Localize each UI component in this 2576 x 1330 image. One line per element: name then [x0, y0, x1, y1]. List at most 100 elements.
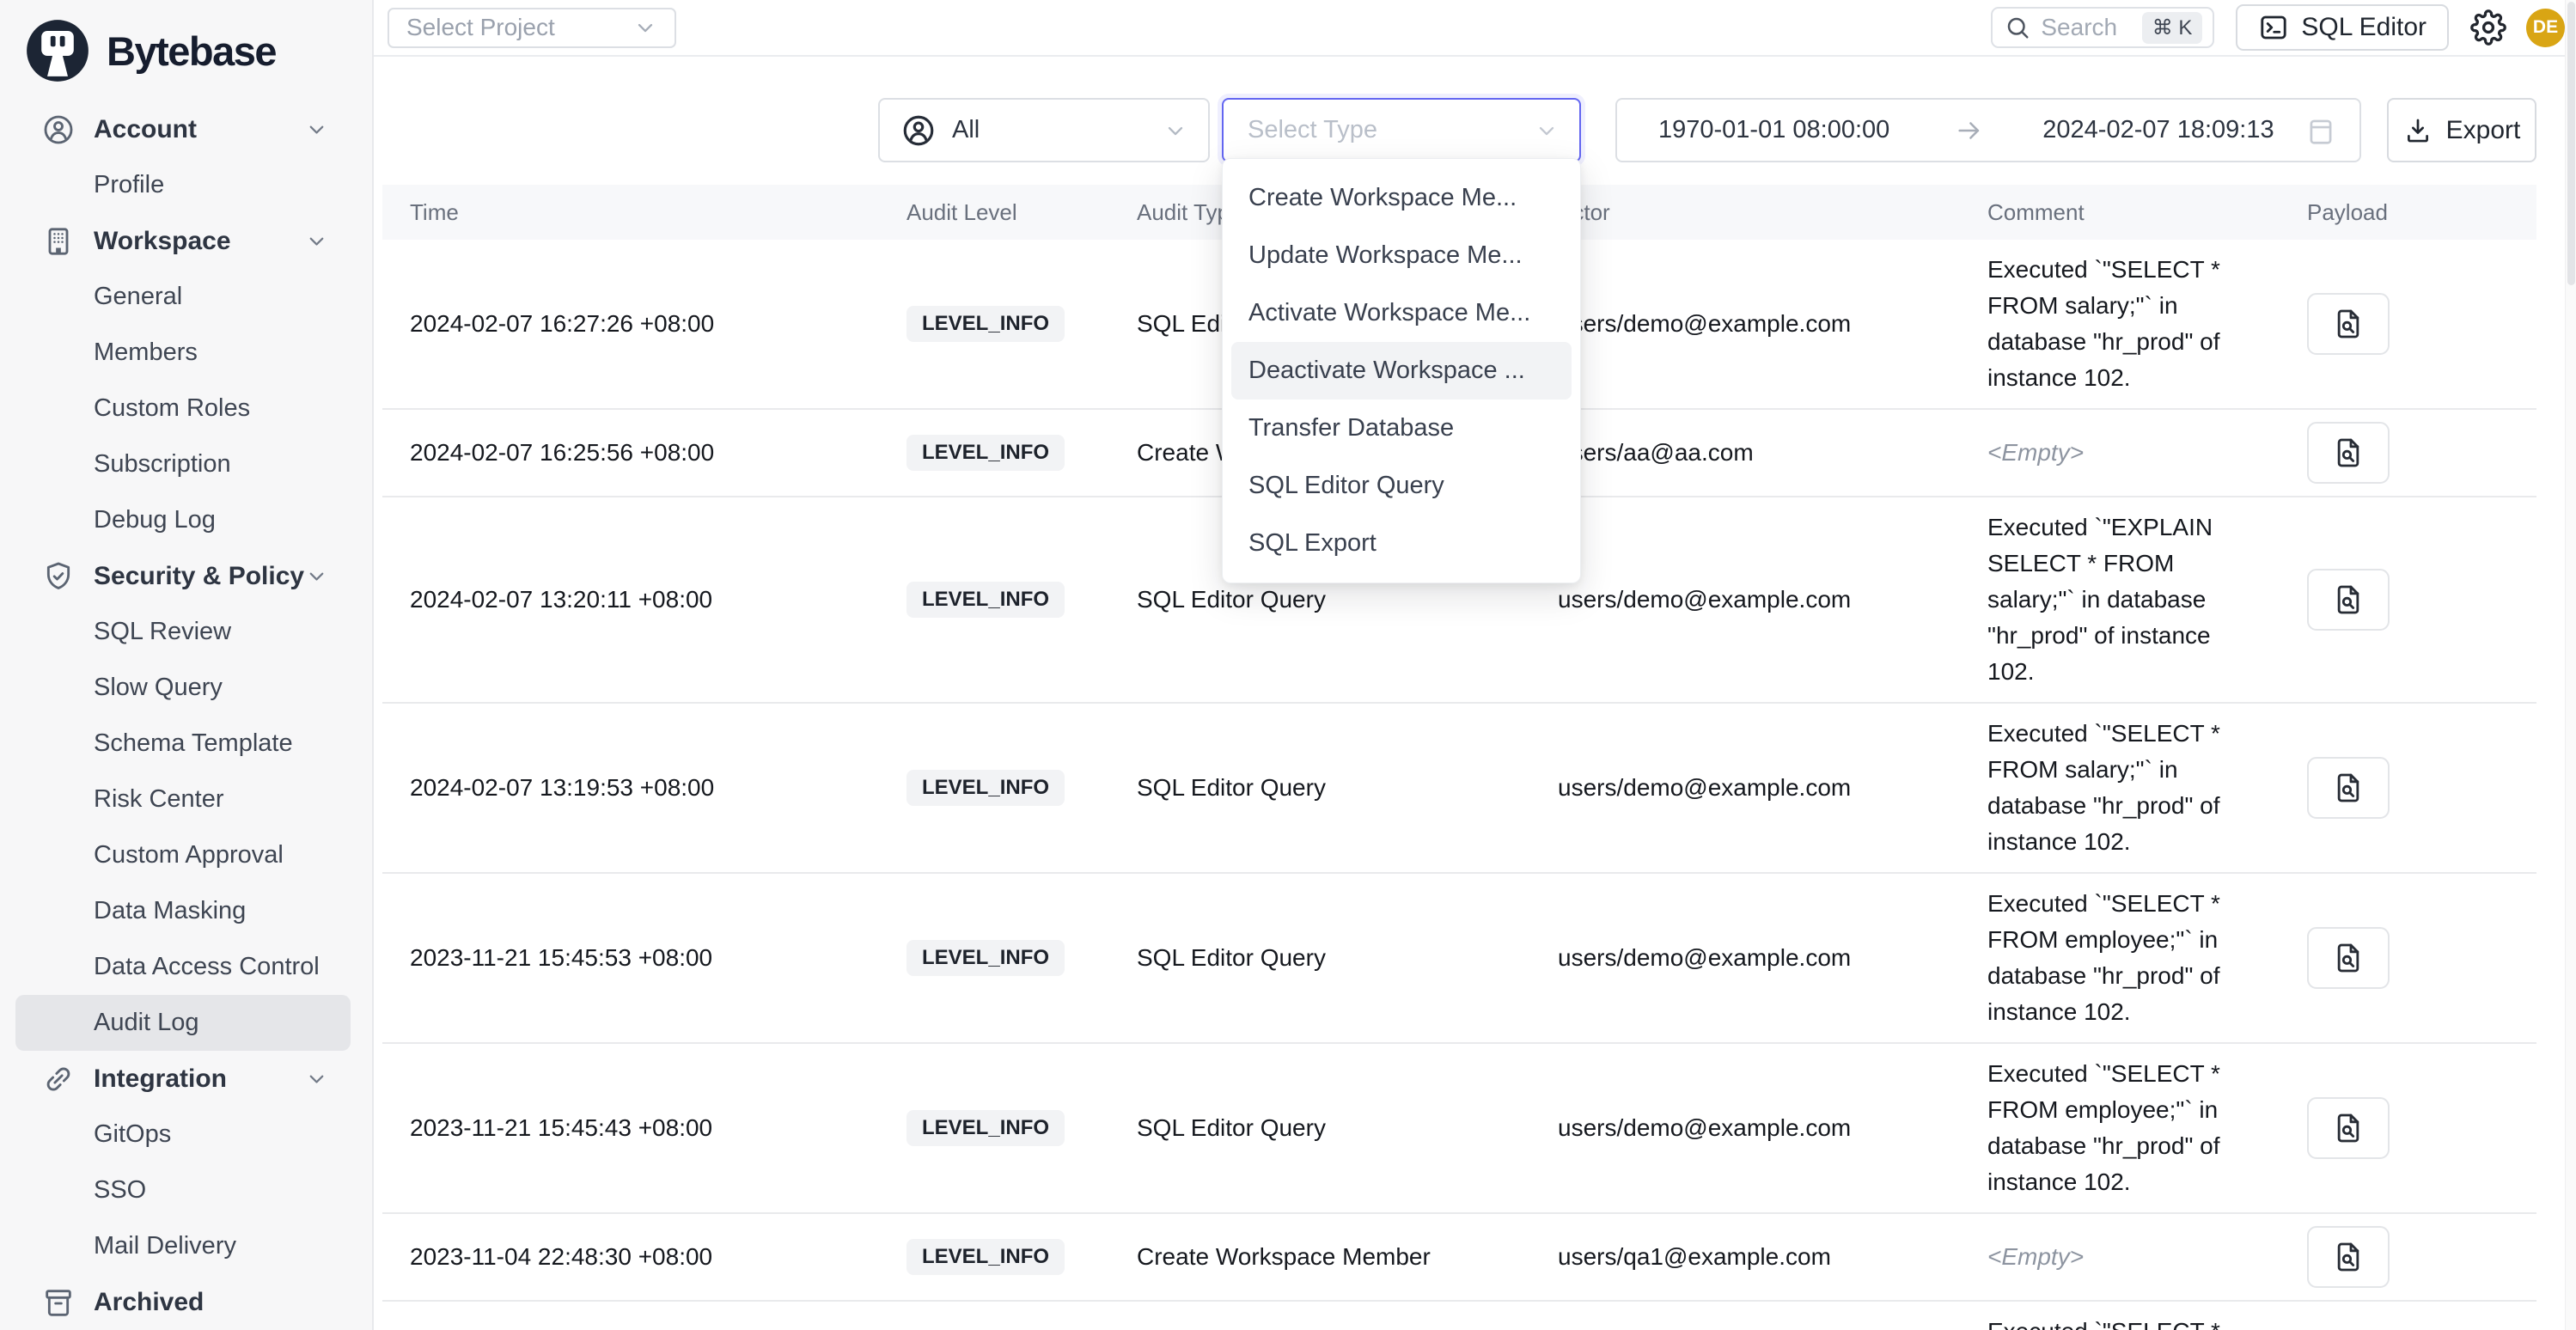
arrow-right-icon: [1955, 116, 1984, 145]
sql-editor-button[interactable]: SQL Editor: [2236, 4, 2449, 51]
menu-option-activate-workspace-me[interactable]: Activate Workspace Me...: [1231, 284, 1572, 342]
table-row: 2024-02-07 13:19:53 +08:00 LEVEL_INFO SQ…: [382, 704, 2536, 874]
terminal-icon: [2258, 12, 2289, 43]
gear-icon[interactable]: [2470, 9, 2506, 46]
menu-option-sql-editor-query[interactable]: SQL Editor Query: [1231, 457, 1572, 515]
column-header-payload: Payload: [2280, 199, 2536, 226]
view-payload-button[interactable]: [2307, 569, 2390, 631]
type-filter-placeholder: Select Type: [1248, 116, 1377, 144]
sidebar-section-account[interactable]: Account: [15, 101, 351, 157]
cell-audit-level: LEVEL_INFO: [879, 770, 1109, 806]
chevron-down-icon: [305, 1067, 328, 1090]
sidebar-section-security-policy[interactable]: Security & Policy: [15, 548, 351, 604]
sidebar-item-subscription[interactable]: Subscription: [15, 436, 351, 492]
sidebar-item-sso[interactable]: SSO: [15, 1162, 351, 1218]
vertical-scrollbar[interactable]: [2565, 0, 2576, 1330]
table-row: 2023-11-21 15:45:43 +08:00 LEVEL_INFO SQ…: [382, 1044, 2536, 1214]
menu-option-transfer-database[interactable]: Transfer Database: [1231, 400, 1572, 457]
audit-level-badge: LEVEL_INFO: [906, 1239, 1065, 1275]
bytebase-app: Bytebase Account Profile Workspace Gener…: [0, 0, 2576, 1330]
sidebar-item-audit-log[interactable]: Audit Log: [15, 995, 351, 1051]
audit-level-badge: LEVEL_INFO: [906, 770, 1065, 806]
date-range-picker[interactable]: 1970-01-01 08:00:00 2024-02-07 18:09:13: [1615, 98, 2361, 162]
audit-level-badge: LEVEL_INFO: [906, 940, 1065, 976]
file-search-icon: [2331, 771, 2365, 805]
view-payload-button[interactable]: [2307, 1226, 2390, 1288]
workspace-icon: [41, 224, 76, 259]
chevron-down-icon: [305, 564, 328, 588]
audit-level-badge: LEVEL_INFO: [906, 582, 1065, 618]
table-row: 2023-11-04 22:48:30 +08:00 LEVEL_INFO Cr…: [382, 1214, 2536, 1302]
column-header-time: Time: [382, 199, 879, 226]
search-shortcut-badge: ⌘ K: [2142, 12, 2203, 44]
menu-option-deactivate-workspace[interactable]: Deactivate Workspace ...: [1231, 342, 1572, 400]
cell-actor: users/demo@example.com: [1530, 944, 1960, 972]
filter-row: All Select Type 1970-01-01 08:00:00 2024…: [382, 98, 2536, 162]
sidebar-item-debug-log[interactable]: Debug Log: [15, 492, 351, 548]
cell-audit-level: LEVEL_INFO: [879, 306, 1109, 342]
cell-time: 2023-11-21 15:45:43 +08:00: [382, 1114, 879, 1142]
table-row: 2023-11-21 15:45:53 +08:00 LEVEL_INFO SQ…: [382, 874, 2536, 1044]
view-payload-button[interactable]: [2307, 422, 2390, 484]
cell-payload: [2280, 1097, 2536, 1159]
view-payload-button[interactable]: [2307, 757, 2390, 819]
bytebase-logo-icon: [22, 15, 93, 86]
cell-payload: [2280, 569, 2536, 631]
chevron-down-icon: [1535, 119, 1559, 143]
sidebar-item-sql-review[interactable]: SQL Review: [15, 604, 351, 660]
cell-time: 2024-02-07 13:19:53 +08:00: [382, 774, 879, 802]
sidebar-item-schema-template[interactable]: Schema Template: [15, 716, 351, 772]
view-payload-button[interactable]: [2307, 1097, 2390, 1159]
column-header-audit-level: Audit Level: [879, 199, 1109, 226]
sidebar-section-workspace[interactable]: Workspace: [15, 213, 351, 269]
date-range-start[interactable]: 1970-01-01 08:00:00: [1658, 116, 1889, 144]
file-search-icon: [2331, 1240, 2365, 1274]
sidebar-item-slow-query[interactable]: Slow Query: [15, 660, 351, 716]
menu-option-create-workspace-me[interactable]: Create Workspace Me...: [1231, 169, 1572, 227]
project-select-placeholder: Select Project: [406, 14, 555, 41]
table-row: 2023-11-04 01:06:24 +08:00 LEVEL_INFO SQ…: [382, 1302, 2536, 1330]
audit-level-badge: LEVEL_INFO: [906, 435, 1065, 471]
search-input[interactable]: Search ⌘ K: [1991, 7, 2214, 48]
sidebar-item-data-access-control[interactable]: Data Access Control: [15, 939, 351, 995]
cell-time: 2023-11-04 22:48:30 +08:00: [382, 1243, 879, 1271]
sidebar-item-data-masking[interactable]: Data Masking: [15, 883, 351, 939]
avatar[interactable]: DE: [2526, 9, 2565, 47]
scrollbar-thumb[interactable]: [2567, 2, 2575, 285]
sidebar-item-gitops[interactable]: GitOps: [15, 1107, 351, 1162]
menu-option-sql-export[interactable]: SQL Export: [1231, 515, 1572, 572]
cell-comment: Executed `"EXPLAIN SELECT * FROM salary;…: [1960, 509, 2261, 690]
main-area: Select Project Search ⌘ K SQL Editor DE …: [374, 0, 2576, 1330]
sidebar-item-risk-center[interactable]: Risk Center: [15, 772, 351, 827]
search-icon: [2005, 15, 2030, 40]
view-payload-button[interactable]: [2307, 927, 2390, 989]
file-search-icon: [2331, 941, 2365, 975]
sidebar-section-integration[interactable]: Integration: [15, 1051, 351, 1107]
sidebar-item-custom-roles[interactable]: Custom Roles: [15, 381, 351, 436]
sidebar-item-mail-delivery[interactable]: Mail Delivery: [15, 1218, 351, 1274]
cell-audit-level: LEVEL_INFO: [879, 435, 1109, 471]
menu-option-update-workspace-me[interactable]: Update Workspace Me...: [1231, 227, 1572, 284]
cell-comment: <Empty>: [1960, 1239, 2261, 1275]
sidebar-item-custom-approval[interactable]: Custom Approval: [15, 827, 351, 883]
brand-logo[interactable]: Bytebase: [0, 0, 372, 101]
cell-time: 2024-02-07 16:27:26 +08:00: [382, 310, 879, 338]
sidebar-section-archived[interactable]: Archived: [15, 1274, 351, 1330]
sidebar-nav: Account Profile Workspace General Member…: [0, 101, 372, 1330]
type-filter-select[interactable]: Select Type: [1222, 98, 1581, 162]
sidebar-item-general[interactable]: General: [15, 269, 351, 325]
file-search-icon: [2331, 583, 2365, 617]
integration-icon: [41, 1062, 76, 1096]
date-range-end[interactable]: 2024-02-07 18:09:13: [2042, 116, 2274, 144]
cell-audit-type: SQL Editor Query: [1109, 774, 1530, 802]
export-button[interactable]: Export: [2387, 98, 2536, 162]
cell-comment: Executed `"SELECT * FROM employee;"` in …: [1960, 886, 2261, 1030]
view-payload-button[interactable]: [2307, 293, 2390, 355]
cell-audit-type: SQL Editor Query: [1109, 944, 1530, 972]
chevron-down-icon: [305, 229, 328, 253]
project-select[interactable]: Select Project: [388, 8, 676, 48]
sidebar-item-profile[interactable]: Profile: [15, 157, 351, 213]
cell-payload: [2280, 1226, 2536, 1288]
actor-filter-select[interactable]: All: [878, 98, 1210, 162]
sidebar-item-members[interactable]: Members: [15, 325, 351, 381]
